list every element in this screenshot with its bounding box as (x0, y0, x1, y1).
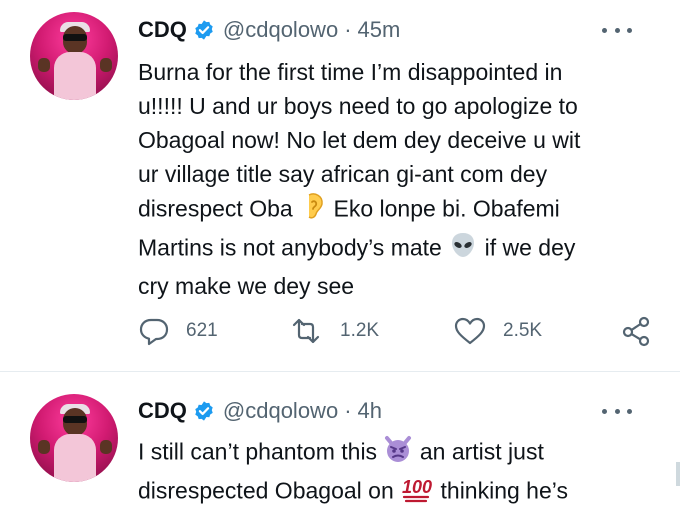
like-button[interactable]: 2.5K (453, 315, 542, 347)
text-segment: disrespect Oba (138, 195, 293, 222)
display-name[interactable]: CDQ (138, 17, 187, 43)
avatar[interactable] (30, 394, 118, 482)
reply-count: 621 (186, 320, 218, 341)
tweet-header: CDQ @cdqolowo · 45m (138, 13, 400, 47)
share-button[interactable] (620, 315, 668, 347)
alien-emoji (448, 230, 478, 269)
share-icon (622, 316, 650, 347)
ear-emoji (299, 191, 327, 230)
text-segment: disrespected Obagoal on (138, 477, 394, 504)
more-dots-icon[interactable] (602, 18, 632, 42)
verified-badge-icon (193, 400, 215, 422)
text-line: cry make we dey see (138, 273, 355, 299)
text-line: Burna for the first time I’m disappointe… (138, 59, 563, 85)
tweet-text: Burna for the first time I’m disappointe… (138, 55, 658, 303)
separator: · (344, 398, 352, 423)
reply-icon (139, 318, 169, 346)
more-dots-icon[interactable] (602, 399, 632, 423)
text-segment: Martins is not anybody’s mate (138, 234, 442, 261)
text-segment: an artist just (419, 438, 544, 465)
verified-badge-icon (193, 19, 215, 41)
text-segment: I still can’t phantom this (138, 438, 378, 465)
heart-icon (454, 317, 486, 345)
text-segment: Eko lonpe bi. Obafemi (333, 195, 560, 222)
tweet-2[interactable]: CDQ @cdqolowo · 4h I still can’t phantom… (0, 372, 680, 504)
display-name[interactable]: CDQ (138, 398, 187, 424)
tweet-text: I still can’t phantom this an artist jus… (138, 434, 658, 512)
tweet-header: CDQ @cdqolowo · 4h (138, 394, 382, 428)
text-line: I still can’t phantom this an artist jus… (138, 434, 658, 473)
tweet-actions: 621 1.2K 2.5K (138, 315, 658, 347)
timestamp[interactable]: 45m (358, 17, 401, 43)
user-handle[interactable]: @cdqolowo (223, 17, 338, 43)
text-line: u!!!!! U and ur boys need to go apologiz… (138, 93, 578, 119)
retweet-button[interactable]: 1.2K (288, 315, 379, 347)
user-handle[interactable]: @cdqolowo (223, 398, 338, 424)
timestamp[interactable]: 4h (358, 398, 382, 424)
text-segment: if we dey (484, 234, 576, 261)
tweet-1[interactable]: CDQ @cdqolowo · 45m Burna for the first … (0, 0, 680, 371)
retweet-icon (292, 318, 320, 344)
avatar[interactable] (30, 12, 118, 100)
text-segment: thinking he’s (440, 477, 568, 504)
separator: · (344, 17, 352, 42)
angry-devil-emoji (383, 434, 413, 473)
svg-text:100: 100 (402, 477, 432, 497)
text-line: Obagoal now! No let dem dey deceive u wi… (138, 127, 581, 153)
like-count: 2.5K (503, 320, 543, 341)
scroll-rail[interactable] (676, 462, 680, 486)
retweet-count: 1.2K (340, 320, 380, 341)
hundred-points-emoji: 100 (400, 473, 434, 512)
text-line: Martins is not anybody’s mate if we dey (138, 230, 658, 269)
text-line: disrespected Obagoal on 100 thinking he’… (138, 473, 658, 512)
text-line: ur village title say african gi-ant com … (138, 161, 548, 187)
text-line: disrespect Oba Eko lonpe bi. Obafemi (138, 191, 658, 230)
reply-button[interactable]: 621 (138, 315, 218, 347)
